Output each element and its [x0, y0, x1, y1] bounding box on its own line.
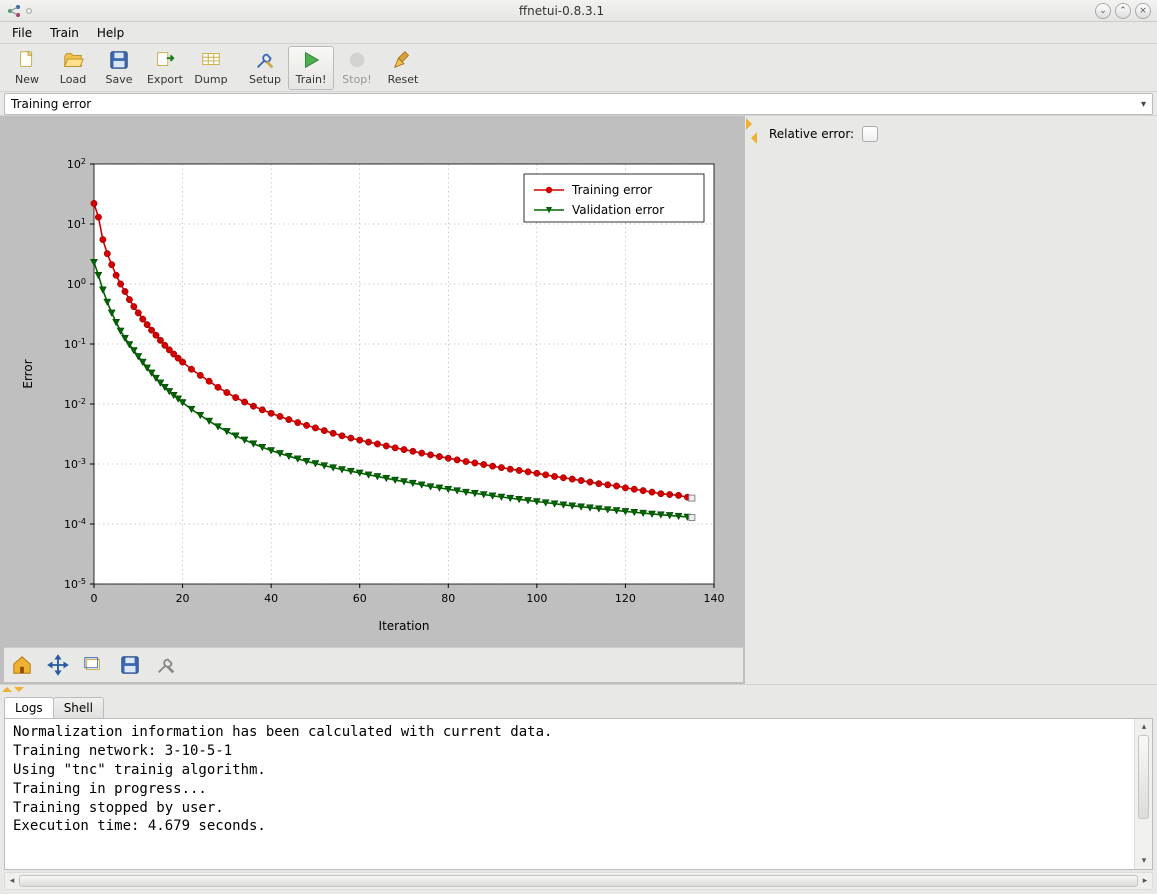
- hscroll-thumb[interactable]: [19, 875, 1138, 887]
- menu-train[interactable]: Train: [42, 24, 87, 42]
- relative-error-label: Relative error:: [769, 127, 854, 141]
- toolbar: New Load Save Export Dump Setup Train! S…: [0, 44, 1157, 92]
- title-bar: ffnetui-0.8.3.1 ⌄ ⌃ ×: [0, 0, 1157, 22]
- scroll-thumb[interactable]: [1138, 735, 1149, 819]
- bottom-tabs: Logs Shell: [0, 694, 1157, 718]
- svg-text:10-2: 10-2: [64, 397, 86, 412]
- svg-text:102: 102: [67, 157, 86, 172]
- load-button[interactable]: Load: [50, 46, 96, 90]
- folder-open-icon: [62, 49, 84, 71]
- vertical-splitter[interactable]: [745, 116, 759, 684]
- train-button[interactable]: Train!: [288, 46, 334, 90]
- svg-text:Iteration: Iteration: [379, 619, 430, 633]
- tab-shell[interactable]: Shell: [53, 697, 104, 718]
- export-button[interactable]: Export: [142, 46, 188, 90]
- svg-text:80: 80: [441, 592, 455, 605]
- scroll-right-icon[interactable]: ▸: [1138, 876, 1152, 886]
- configure-icon[interactable]: [154, 653, 178, 677]
- broom-icon: [392, 49, 414, 71]
- tab-logs[interactable]: Logs: [4, 697, 54, 718]
- pan-icon[interactable]: [46, 653, 70, 677]
- menu-bar: File Train Help: [0, 22, 1157, 44]
- svg-text:10-5: 10-5: [64, 577, 86, 592]
- maximize-button[interactable]: ⌃: [1115, 3, 1131, 19]
- scroll-up-icon[interactable]: ▴: [1138, 721, 1150, 733]
- floppy-icon: [108, 49, 130, 71]
- svg-text:120: 120: [615, 592, 636, 605]
- view-selector-bar: Training error ▾: [0, 92, 1157, 116]
- zoom-icon[interactable]: [82, 653, 106, 677]
- svg-text:10-3: 10-3: [64, 457, 86, 472]
- svg-text:140: 140: [704, 592, 725, 605]
- scroll-left-icon[interactable]: ◂: [5, 876, 19, 886]
- log-output: Normalization information has been calcu…: [5, 719, 1134, 869]
- export-icon: [154, 49, 176, 71]
- window-title: ffnetui-0.8.3.1: [32, 4, 1091, 18]
- stop-icon: [346, 49, 368, 71]
- plot-canvas: 0 20 40 60 80 100 120 140 10-5 10-4 10-3 10-2 10-1 10…: [4, 124, 743, 647]
- plot-toolbar: [4, 647, 743, 682]
- play-icon: [300, 49, 322, 71]
- relative-error-checkbox[interactable]: [862, 126, 878, 142]
- new-button[interactable]: New: [4, 46, 50, 90]
- save-button[interactable]: Save: [96, 46, 142, 90]
- svg-text:100: 100: [67, 277, 86, 292]
- svg-text:20: 20: [176, 592, 190, 605]
- svg-text:0: 0: [91, 592, 98, 605]
- view-selector-dropdown[interactable]: Training error ▾: [4, 93, 1153, 115]
- svg-text:100: 100: [526, 592, 547, 605]
- log-vertical-scrollbar[interactable]: ▴ ▾: [1134, 719, 1152, 869]
- app-icon: [6, 3, 22, 19]
- dump-button[interactable]: Dump: [188, 46, 234, 90]
- main-area: 0 20 40 60 80 100 120 140 10-5 10-4 10-3 10-2 10-1 10…: [0, 116, 1157, 684]
- tools-icon: [254, 49, 276, 71]
- svg-text:Error: Error: [21, 359, 35, 388]
- svg-text:10-1: 10-1: [64, 337, 86, 352]
- svg-text:10-4: 10-4: [64, 517, 86, 532]
- dropdown-label: Training error: [11, 97, 91, 111]
- error-chart: 0 20 40 60 80 100 120 140 10-5 10-4 10-3 10-2 10-1 10…: [4, 124, 744, 644]
- bottom-pane: Logs Shell Normalization information has…: [0, 694, 1157, 894]
- dump-icon: [200, 49, 222, 71]
- svg-text:Validation error: Validation error: [572, 203, 664, 217]
- log-container: Normalization information has been calcu…: [4, 718, 1153, 870]
- setup-button[interactable]: Setup: [242, 46, 288, 90]
- menu-help[interactable]: Help: [89, 24, 132, 42]
- svg-text:40: 40: [264, 592, 278, 605]
- home-icon[interactable]: [10, 653, 34, 677]
- save-figure-icon[interactable]: [118, 653, 142, 677]
- stop-button: Stop!: [334, 46, 380, 90]
- scroll-down-icon[interactable]: ▾: [1138, 855, 1150, 867]
- new-file-icon: [16, 49, 38, 71]
- menu-file[interactable]: File: [4, 24, 40, 42]
- close-button[interactable]: ×: [1135, 3, 1151, 19]
- minimize-button[interactable]: ⌄: [1095, 3, 1111, 19]
- reset-button[interactable]: Reset: [380, 46, 426, 90]
- svg-text:Training error: Training error: [571, 183, 652, 197]
- side-panel: Relative error:: [759, 116, 1157, 684]
- chevron-down-icon: ▾: [1141, 99, 1146, 110]
- svg-text:101: 101: [67, 217, 86, 232]
- log-horizontal-scrollbar[interactable]: ◂ ▸: [4, 872, 1153, 890]
- svg-text:60: 60: [353, 592, 367, 605]
- plot-pane: 0 20 40 60 80 100 120 140 10-5 10-4 10-3 10-2 10-1 10…: [0, 116, 745, 684]
- horizontal-splitter[interactable]: [0, 684, 1157, 694]
